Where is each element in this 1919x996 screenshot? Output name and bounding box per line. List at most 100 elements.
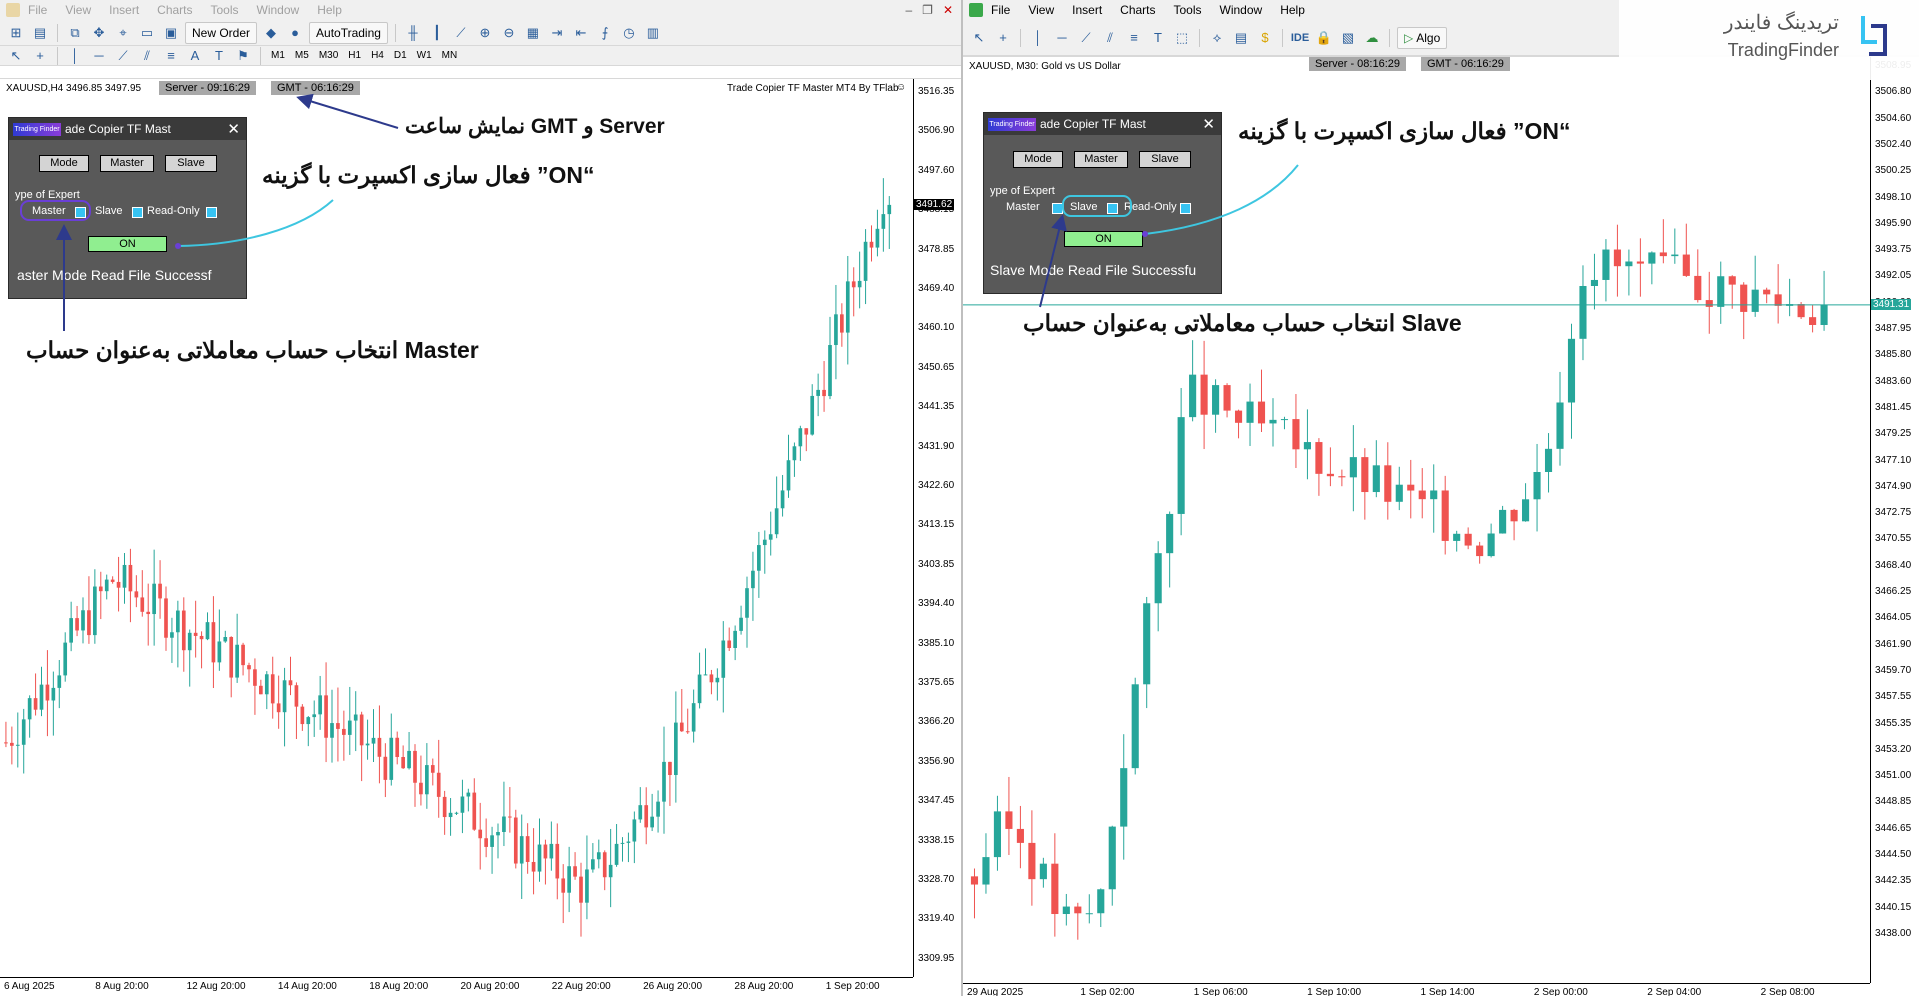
navigator-icon[interactable]: ✥ <box>89 23 109 43</box>
cursor-icon[interactable]: ↖ <box>6 46 26 66</box>
minimize-icon[interactable]: – <box>905 3 912 17</box>
profiles-icon[interactable]: ▤ <box>30 23 50 43</box>
candle-body <box>810 395 815 435</box>
timeframe-d1[interactable]: D1 <box>391 50 410 61</box>
menu-charts[interactable]: Charts <box>157 3 192 17</box>
horizontal-line-icon[interactable]: ─ <box>89 46 109 66</box>
candle-body <box>1154 553 1162 604</box>
slave-button[interactable]: Slave <box>165 155 217 172</box>
signals-icon[interactable]: ● <box>285 23 305 43</box>
zoom-out-icon[interactable]: ⊖ <box>499 23 519 43</box>
timeframe-m30[interactable]: M30 <box>316 50 341 61</box>
menu-window[interactable]: Window <box>257 3 300 17</box>
menu-tools[interactable]: Tools <box>211 3 239 17</box>
master-button[interactable]: Master <box>100 155 154 172</box>
master-checkbox[interactable] <box>1052 203 1063 214</box>
channel-icon[interactable]: ⫽ <box>1100 28 1120 48</box>
channel-icon[interactable]: ⫽ <box>137 46 157 66</box>
master-checkbox[interactable] <box>75 207 86 218</box>
menu-tools[interactable]: Tools <box>1174 3 1202 17</box>
master-button[interactable]: Master <box>1074 151 1128 168</box>
data-window-icon[interactable]: ⌖ <box>113 23 133 43</box>
menu-help[interactable]: Help <box>1280 3 1305 17</box>
vps-icon[interactable]: ☁ <box>1362 28 1382 48</box>
mode-button[interactable]: Mode <box>1013 151 1063 168</box>
on-button[interactable]: ON <box>88 236 167 252</box>
panel-titlebar[interactable]: Trading Finder ade Copier TF Mast ✕ <box>9 118 246 140</box>
market-watch-icon[interactable]: ⧉ <box>65 23 85 43</box>
panel-titlebar[interactable]: Trading Finder ade Copier TF Mast ✕ <box>984 113 1221 135</box>
zoom-in-icon[interactable]: ⊕ <box>475 23 495 43</box>
autotrading-button[interactable]: AutoTrading <box>309 21 388 44</box>
chart-shift-icon[interactable]: ⇤ <box>571 23 591 43</box>
menu-file[interactable]: File <box>991 3 1010 17</box>
menu-charts[interactable]: Charts <box>1120 3 1155 17</box>
market-icon[interactable]: ▧ <box>1338 28 1358 48</box>
label-icon[interactable]: T <box>209 46 229 66</box>
arrows-icon[interactable]: ⚑ <box>233 46 253 66</box>
horizontal-line-icon[interactable]: ─ <box>1052 28 1072 48</box>
ide-button[interactable]: IDE <box>1290 28 1310 48</box>
readonly-checkbox[interactable] <box>206 207 217 218</box>
menu-window[interactable]: Window <box>1220 3 1263 17</box>
readonly-checkbox[interactable] <box>1180 203 1191 214</box>
menu-insert[interactable]: Insert <box>1072 3 1102 17</box>
lock-icon[interactable]: 🔒 <box>1314 28 1334 48</box>
templates-icon[interactable]: ▥ <box>643 23 663 43</box>
menu-insert[interactable]: Insert <box>109 3 139 17</box>
terminal-icon[interactable]: ▭ <box>137 23 157 43</box>
dollar-icon[interactable]: $ <box>1255 28 1275 48</box>
mode-button[interactable]: Mode <box>39 155 89 172</box>
line-chart-icon[interactable]: ⟋ <box>451 23 471 43</box>
new-order-button[interactable]: New Order <box>185 21 258 44</box>
vertical-line-icon[interactable]: │ <box>1028 28 1048 48</box>
candle-body <box>982 857 990 885</box>
trendline-icon[interactable]: ⟋ <box>113 46 133 66</box>
candle-body <box>739 617 743 631</box>
timeframe-m5[interactable]: M5 <box>292 50 312 61</box>
text-icon[interactable]: T <box>1148 28 1168 48</box>
vertical-line-icon[interactable]: │ <box>65 46 85 66</box>
text-icon[interactable]: A <box>185 46 205 66</box>
menu-file[interactable]: File <box>28 3 47 17</box>
indicators-icon[interactable]: ⨍ <box>595 23 615 43</box>
timeframe-h4[interactable]: H4 <box>368 50 387 61</box>
metaeditor-icon[interactable]: ◆ <box>261 23 281 43</box>
panel-close-icon[interactable]: ✕ <box>1202 115 1215 133</box>
cursor-icon[interactable]: ↖ <box>969 28 989 48</box>
chart-tab-label[interactable]: XAUUSD, M30: Gold vs US Dollar <box>969 61 1121 72</box>
slave-checkbox[interactable] <box>1107 203 1118 214</box>
menu-view[interactable]: View <box>1028 3 1054 17</box>
restore-icon[interactable]: ❐ <box>922 3 933 17</box>
menu-view[interactable]: View <box>65 3 91 17</box>
candle-body <box>229 637 234 678</box>
fibonacci-icon[interactable]: ≡ <box>161 46 181 66</box>
on-button[interactable]: ON <box>1064 231 1143 247</box>
periods-icon[interactable]: ◷ <box>619 23 639 43</box>
trendline-icon[interactable]: ⟋ <box>1076 28 1096 48</box>
indicators-icon[interactable]: ⟡ <box>1207 28 1227 48</box>
candle-body <box>513 817 518 864</box>
timeframe-m1[interactable]: M1 <box>268 50 288 61</box>
autoscroll-icon[interactable]: ⇥ <box>547 23 567 43</box>
menu-help[interactable]: Help <box>317 3 342 17</box>
panel-close-icon[interactable]: ✕ <box>227 120 240 138</box>
slave-button[interactable]: Slave <box>1139 151 1191 168</box>
fibonacci-icon[interactable]: ≡ <box>1124 28 1144 48</box>
timeframe-mn[interactable]: MN <box>439 50 461 61</box>
algo-trading-button[interactable]: ▷ Algo <box>1397 26 1448 49</box>
new-chart-icon[interactable]: ⊞ <box>6 23 26 43</box>
timeframe-w1[interactable]: W1 <box>414 50 435 61</box>
candle-body <box>970 876 979 885</box>
bar-chart-icon[interactable]: ╫ <box>403 23 423 43</box>
tile-windows-icon[interactable]: ▦ <box>523 23 543 43</box>
close-icon[interactable]: ✕ <box>943 3 953 17</box>
shapes-icon[interactable]: ⬚ <box>1172 28 1192 48</box>
candlestick-icon[interactable]: ┃ <box>427 23 447 43</box>
crosshair-icon[interactable]: + <box>30 46 50 66</box>
chart-type-icon[interactable]: ▤ <box>1231 28 1251 48</box>
strategy-tester-icon[interactable]: ▣ <box>161 23 181 43</box>
timeframe-h1[interactable]: H1 <box>345 50 364 61</box>
slave-checkbox[interactable] <box>132 207 143 218</box>
crosshair-icon[interactable]: + <box>993 28 1013 48</box>
